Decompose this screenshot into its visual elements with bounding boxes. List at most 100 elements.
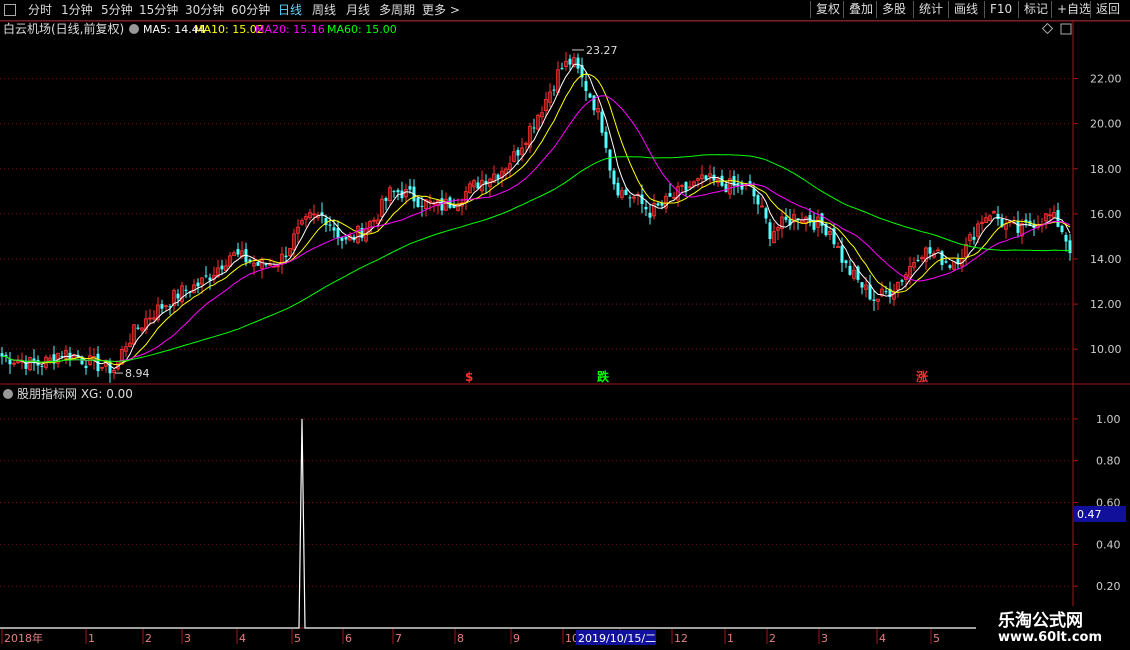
candle-body [1064, 235, 1068, 242]
xg-indicator-line [0, 418, 1072, 629]
candle-body [8, 359, 12, 365]
candle-body [608, 149, 612, 171]
candle-body [1016, 220, 1020, 233]
x-axis-label: 7 [395, 632, 402, 645]
signal-marker: $ [465, 370, 473, 384]
x-axis-label: 9 [513, 632, 520, 645]
candle-body [284, 255, 288, 258]
candle-body [872, 299, 876, 301]
candle-body [496, 174, 500, 179]
y-tick-label: 14.00 [1090, 253, 1122, 266]
low-label: 8.94 [125, 367, 150, 380]
candle-body [604, 131, 608, 148]
kline-chart: 10.00 12.00 14.00 16.00 18.00 20.00 22.00 1.00 0… [0, 20, 1130, 650]
candle-body [704, 175, 708, 180]
candle-body [40, 365, 44, 367]
candle-body [724, 183, 728, 193]
y-tick-label: 16.00 [1090, 208, 1122, 221]
candle-body [644, 206, 648, 210]
watermark: 乐淘公式网 www.60lt.com [976, 606, 1130, 650]
y-tick-label: 22.00 [1090, 73, 1122, 86]
x-axis-label: 8 [457, 632, 464, 645]
candle-body [416, 197, 420, 207]
ma10-line [1, 73, 1071, 366]
candle-body [236, 249, 240, 255]
candle-body [384, 198, 388, 201]
diamond-icon [1041, 22, 1054, 35]
candle-body [448, 197, 452, 208]
y-tick-label: 20.00 [1090, 118, 1122, 131]
candle-body [624, 189, 628, 195]
candle-body [532, 127, 536, 129]
panel-toggle-icon [1060, 23, 1072, 35]
candle-body [948, 265, 952, 268]
chevron-down-icon [3, 389, 13, 399]
candle-body [160, 304, 164, 309]
y-tick-label: 18.00 [1090, 163, 1122, 176]
signal-marker: 跌 [597, 369, 610, 384]
x-axis-label: 4 [879, 632, 886, 645]
x-axis-label: 12 [674, 632, 688, 645]
candle-body [568, 58, 572, 65]
candle-body [588, 93, 592, 98]
candle-body [136, 327, 140, 329]
candle-body [612, 170, 616, 185]
ma-label: MA60: 15.00 [327, 23, 397, 36]
candle-body [396, 190, 400, 193]
x-axis-label: 1 [88, 632, 95, 645]
watermark-line2: www.60lt.com [998, 630, 1103, 645]
high-label: 23.27 [586, 44, 618, 57]
signal-marker: 涨 [916, 369, 928, 384]
candle-body [196, 282, 200, 287]
candle-body [840, 245, 844, 263]
ma-label: MA20: 15.16 [255, 23, 325, 36]
candle-body [756, 195, 760, 205]
candle-body [264, 263, 268, 266]
candle-body [768, 222, 772, 239]
x-axis-label: 2 [769, 632, 776, 645]
indicator-y-tick-label: 1.00 [1096, 413, 1121, 426]
candle-body [1060, 225, 1064, 232]
candle-body [928, 247, 932, 254]
candle-body [900, 280, 904, 282]
candle-body [600, 111, 604, 133]
cursor-date: 2019/10/15/二 [578, 632, 656, 645]
candle-body [184, 289, 188, 291]
candle-body [640, 194, 644, 204]
candle-body [844, 260, 848, 264]
indicator-y-tick-label: 0.40 [1096, 538, 1121, 551]
candle-body [552, 89, 556, 91]
stock-title: 白云机场(日线,前复权) [3, 21, 124, 36]
candle-body [628, 197, 632, 199]
candle-body [176, 293, 180, 299]
candle-body [860, 282, 864, 288]
candle-body [560, 68, 564, 70]
candle-body [848, 265, 852, 275]
y-tick-label: 10.00 [1090, 343, 1122, 356]
candle-body [996, 213, 1000, 219]
candle-body [972, 236, 976, 240]
candle-body [584, 81, 588, 92]
candle-body [204, 275, 208, 277]
x-axis-label: 3 [821, 632, 828, 645]
y-tick-label: 12.00 [1090, 298, 1122, 311]
x-axis-label: 5 [933, 632, 940, 645]
candle-body [684, 182, 688, 191]
x-axis-label: 6 [345, 632, 352, 645]
candle-body [656, 203, 660, 206]
x-axis-label: 3 [184, 632, 191, 645]
candle-body [616, 182, 620, 196]
candle-body [340, 237, 344, 241]
cursor-value: 0.47 [1077, 508, 1102, 521]
watermark-line1: 乐淘公式网 [998, 611, 1083, 631]
candle-body [84, 365, 88, 369]
x-axis-label: 2 [145, 632, 152, 645]
ma5-line [1, 63, 1071, 370]
x-axis-label: 1 [727, 632, 734, 645]
candle-body [516, 149, 520, 156]
candle-body [328, 224, 332, 226]
indicator-title: 股朋指标网 XG: 0.00 [17, 386, 133, 401]
candle-body [576, 57, 580, 69]
candle-body [648, 212, 652, 218]
candle-body [764, 208, 768, 219]
